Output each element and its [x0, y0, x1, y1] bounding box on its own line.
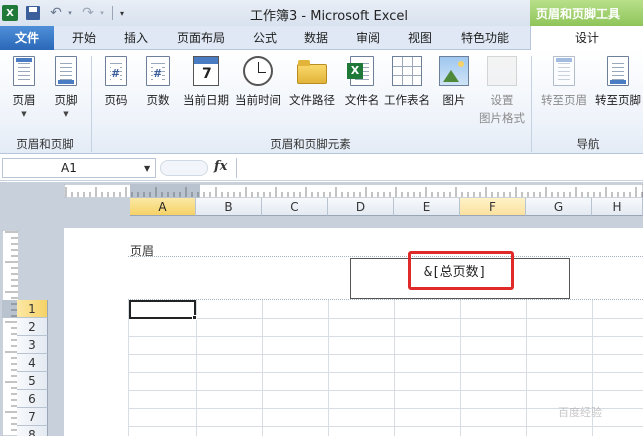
sheet-name-button[interactable]: 工作表名: [382, 54, 432, 108]
save-icon[interactable]: [26, 6, 40, 20]
header-button-label: 页眉: [12, 93, 36, 107]
header-button[interactable]: 页眉 ▼: [0, 54, 48, 118]
context-tab-group-title: 页眉和页脚工具: [530, 0, 643, 26]
horizontal-ruler: [64, 184, 643, 198]
ribbon: 页眉 ▼ 页脚 ▼ 页眉和页脚 # 页码 # 页数 7 当前日期 当前时间 文件…: [0, 50, 643, 154]
current-time-label: 当前时间: [235, 93, 281, 107]
tab-design[interactable]: 设计: [530, 26, 643, 51]
format-picture-button[interactable]: 设置 图片格式: [476, 54, 528, 126]
group-label-header-footer: 页眉和页脚: [16, 137, 74, 151]
tab-formulas[interactable]: 公式: [243, 26, 287, 50]
ribbon-tabs: 文件 开始 插入 页面布局 公式 数据 审阅 视图 特色功能 设计: [0, 26, 643, 51]
calendar-icon: 7: [193, 56, 219, 86]
group-label-navigation: 导航: [576, 137, 600, 151]
row-header-3[interactable]: 3: [17, 336, 48, 354]
file-name-button[interactable]: X 文件名: [338, 54, 386, 108]
tab-home[interactable]: 开始: [62, 26, 106, 50]
column-header-a[interactable]: A: [130, 198, 196, 216]
clock-icon: [243, 56, 273, 86]
formula-bar: A1 ▼ fx: [0, 155, 643, 181]
formula-bar-splitter[interactable]: [160, 160, 208, 176]
format-picture-label: 设置: [490, 93, 514, 107]
go-to-header-label: 转至页眉: [541, 93, 587, 107]
footer-icon: [55, 56, 77, 86]
picture-icon: [439, 56, 469, 86]
undo-dropdown-icon[interactable]: ▾: [66, 4, 74, 22]
qat-separator: [112, 6, 113, 20]
footer-button-label: 页脚: [54, 93, 78, 107]
column-header-f[interactable]: F: [460, 198, 526, 216]
go-to-header-icon: [553, 56, 575, 86]
header-icon: [13, 56, 35, 86]
go-to-footer-button[interactable]: 转至页脚: [590, 54, 643, 108]
redo-icon[interactable]: ↷: [80, 4, 96, 22]
active-cell-a1[interactable]: [129, 300, 196, 319]
file-path-button[interactable]: 文件路径: [288, 54, 336, 108]
column-header-h[interactable]: H: [592, 198, 643, 216]
page-count-button[interactable]: # 页数: [134, 54, 182, 108]
formula-input[interactable]: [236, 158, 643, 178]
row-header-6[interactable]: 6: [17, 390, 48, 408]
window-title: 工作簿3 - Microsoft Excel: [250, 9, 408, 24]
column-header-e[interactable]: E: [394, 198, 460, 216]
sheet-icon: [392, 56, 422, 86]
row-header-2[interactable]: 2: [17, 318, 48, 336]
column-headers: A B C D E F G H: [0, 198, 643, 216]
tab-view[interactable]: 视图: [398, 26, 442, 50]
page-number-label: 页码: [104, 93, 128, 107]
name-box-dropdown-icon[interactable]: ▼: [144, 164, 150, 173]
insert-function-icon[interactable]: fx: [214, 159, 227, 174]
row-header-7[interactable]: 7: [17, 408, 48, 426]
file-path-label: 文件路径: [289, 93, 335, 107]
picture-button[interactable]: 图片: [430, 54, 478, 108]
excel-app-icon[interactable]: X: [2, 5, 18, 21]
row-header-1[interactable]: 1: [17, 300, 48, 318]
group-separator: [531, 56, 532, 152]
file-name-label: 文件名: [344, 93, 380, 107]
watermark: 百度经验: [558, 406, 602, 419]
current-date-button[interactable]: 7 当前日期: [182, 54, 230, 108]
page-number-icon: #: [105, 56, 127, 86]
annotation-highlight-box: [408, 251, 514, 290]
column-header-c[interactable]: C: [262, 198, 328, 216]
page-count-label: 页数: [146, 93, 170, 107]
header-dropdown-icon: ▼: [21, 110, 27, 118]
column-header-g[interactable]: G: [526, 198, 592, 216]
footer-button[interactable]: 页脚 ▼: [42, 54, 90, 118]
tab-page-layout[interactable]: 页面布局: [168, 26, 234, 50]
excel-file-icon: X: [347, 56, 374, 86]
column-header-d[interactable]: D: [328, 198, 394, 216]
footer-dropdown-icon: ▼: [63, 110, 69, 118]
tab-file[interactable]: 文件: [0, 26, 54, 50]
go-to-header-button[interactable]: 转至页眉: [536, 54, 592, 108]
redo-dropdown-icon[interactable]: ▾: [98, 4, 106, 22]
page-count-icon: #: [146, 56, 170, 86]
current-date-label: 当前日期: [183, 93, 229, 107]
tab-special-features[interactable]: 特色功能: [452, 26, 518, 50]
tab-insert[interactable]: 插入: [114, 26, 158, 50]
fill-handle[interactable]: [192, 315, 197, 320]
row-header-4[interactable]: 4: [17, 354, 48, 372]
name-box[interactable]: A1: [2, 158, 156, 178]
current-time-button[interactable]: 当前时间: [234, 54, 282, 108]
picture-label: 图片: [442, 93, 466, 107]
folder-icon: [297, 56, 327, 86]
customize-qat-icon[interactable]: ▾: [117, 4, 127, 22]
tab-data[interactable]: 数据: [294, 26, 338, 50]
go-to-footer-icon: [607, 56, 629, 86]
sheet-name-label: 工作表名: [384, 93, 430, 107]
row-header-5[interactable]: 5: [17, 372, 48, 390]
undo-icon[interactable]: ↶: [48, 4, 64, 22]
go-to-footer-label: 转至页脚: [595, 93, 641, 107]
format-picture-icon: [487, 56, 517, 86]
title-bar: X ↶ ▾ ↷ ▾ ▾ 工作簿3 - Microsoft Excel 页眉和页脚…: [0, 0, 643, 26]
format-picture-label-2: 图片格式: [479, 111, 525, 125]
tab-review[interactable]: 审阅: [346, 26, 390, 50]
column-header-b[interactable]: B: [196, 198, 262, 216]
page-number-button[interactable]: # 页码: [92, 54, 140, 108]
row-header-8[interactable]: 8: [17, 426, 48, 436]
group-label-elements: 页眉和页脚元素: [270, 137, 351, 151]
